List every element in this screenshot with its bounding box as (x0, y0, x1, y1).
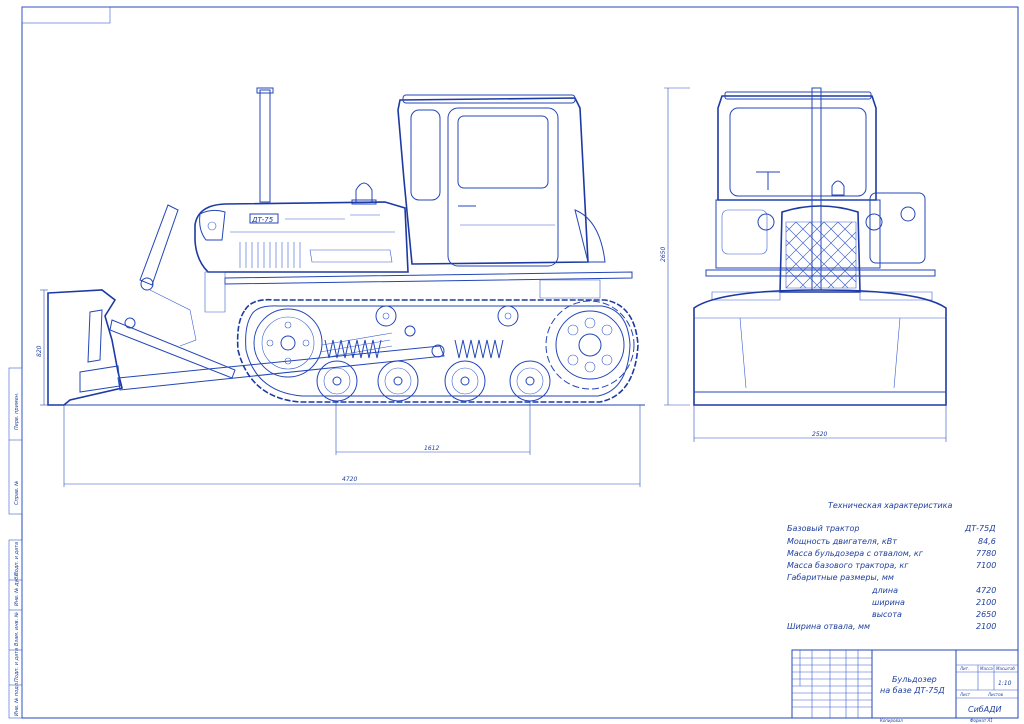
carrier-rollers (375, 305, 519, 327)
model-plate: ДТ-75 (251, 216, 274, 224)
tb-header-mass: Масса (980, 666, 993, 671)
side-view-bulldozer: ДТ-75 820 1612 4720 (36, 87, 645, 487)
stamp-inv-dup: Инв. № дубл. (14, 572, 20, 606)
dimension-height: 2650 (660, 87, 690, 406)
wheelbase-label: 1612 (424, 445, 439, 452)
spec-value: 84,6 (978, 537, 996, 546)
side-stamp-column: Справ. № Перв. примен. Подп. и дата Инв.… (8, 367, 23, 719)
title-block: Лит. Масса Масштаб 1:10 Лист Листов Буль… (791, 649, 1019, 723)
tb-header-sheets: Листов (987, 692, 1004, 697)
road-wheel (509, 360, 551, 402)
tb-header-sheet: Лист (959, 692, 971, 697)
spec-label: Базовый трактор (787, 524, 859, 533)
spec-label: Масса базового трактора, кг (787, 561, 909, 570)
tb-format: Формат А1 (970, 718, 993, 723)
track-chain (236, 298, 639, 403)
spec-value: 7780 (976, 549, 996, 558)
road-wheel (444, 360, 486, 402)
tb-copied: Копировал (880, 718, 903, 723)
tech-specs-table: Техническая характеристика Базовый тракт… (787, 501, 996, 631)
front-cab (717, 91, 877, 201)
stamp-inv-orig: Инв. № подл. (14, 682, 20, 717)
spec-label: длина (871, 586, 898, 595)
drawing-frame (21, 6, 1019, 719)
tech-specs-title: Техническая характеристика (828, 501, 953, 510)
drive-sprocket (545, 300, 635, 390)
spec-value: ДТ-75Д (964, 524, 995, 533)
spec-value: 2100 (976, 598, 996, 607)
dimension-wheelbase: 1612 (335, 402, 531, 455)
spec-label: Мощность двигателя, кВт (787, 537, 897, 546)
stamp-sign-date: Подп. и дата (14, 648, 20, 682)
spec-value: 7100 (976, 561, 996, 570)
front-beacon-light (831, 180, 845, 196)
spec-value: 4720 (976, 586, 996, 595)
engineering-drawing-sheet: Справ. № Перв. примен. Подп. и дата Инв.… (8, 6, 1019, 723)
tb-title-line1: Бульдозер (892, 675, 937, 684)
dimension-width: 2520 (693, 405, 947, 442)
spec-label: Масса бульдозера с отвалом, кг (787, 549, 924, 558)
beacon-light (351, 182, 377, 205)
tb-scale: 1:10 (998, 680, 1012, 687)
exhaust-pipe (256, 87, 274, 203)
tb-header-scale: Масштаб (996, 666, 1016, 671)
stamp-replace-inv: Взам. инв. № (14, 612, 20, 646)
spec-value: 2650 (976, 610, 996, 619)
engine-hood: ДТ-75 (194, 201, 409, 273)
stamp-ref-no: Справ. № (14, 481, 20, 505)
dimension-overall-length: 4720 (63, 405, 641, 487)
stamp-sign-date-2: Подп. и дата (14, 542, 20, 576)
tb-title-line2: на базе ДТ-75Д (880, 686, 945, 695)
spec-label: ширина (872, 598, 905, 607)
spec-value: 2100 (976, 622, 996, 631)
tb-organization: СибАДИ (968, 705, 1001, 714)
spec-label: Габаритные размеры, мм (787, 573, 894, 582)
front-blade (693, 289, 947, 406)
road-wheel (377, 360, 419, 402)
stamp-first-use: Перв. примен. (14, 392, 20, 430)
dimension-blade-height: 820 (36, 289, 48, 406)
front-view-bulldozer: 2650 2520 (660, 87, 947, 442)
push-arm (109, 204, 445, 391)
overall-length-label: 4720 (342, 476, 357, 483)
height-label: 2650 (660, 247, 667, 262)
tb-header-lit: Лит. (959, 666, 969, 671)
width-label: 2520 (812, 431, 827, 438)
blade-side (47, 289, 123, 406)
blade-height-label: 820 (36, 345, 43, 357)
spec-label: высота (872, 610, 902, 619)
spec-label: Ширина отвала, мм (787, 622, 870, 631)
idler-wheel (253, 308, 323, 378)
operator-cab (397, 94, 606, 267)
suspension-springs (319, 325, 504, 359)
